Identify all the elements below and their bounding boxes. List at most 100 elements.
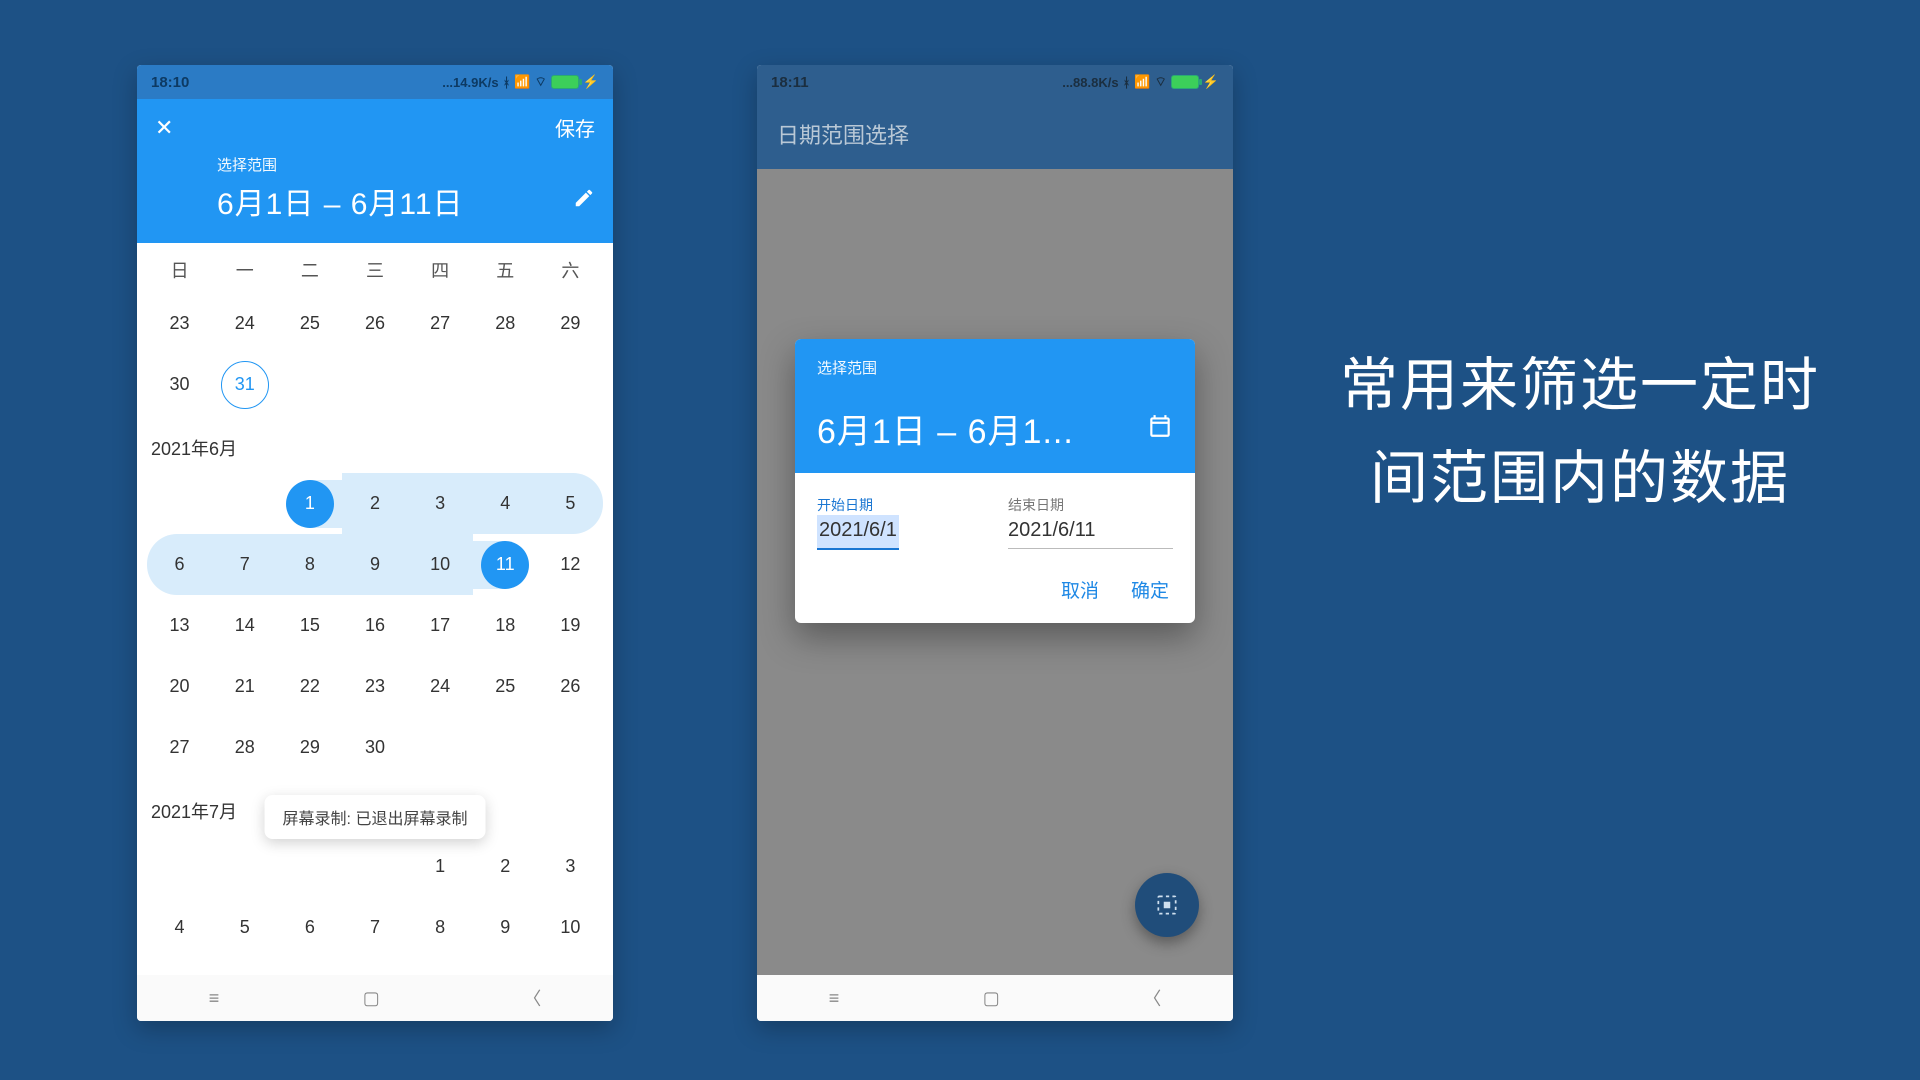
phone-left: 18:10 ...14.9K/s ᚼ 📶 ⌔ ⚡ 保存 选择范围 6月1日 – … xyxy=(137,65,613,1021)
page-title-text: 日期范围选择 xyxy=(777,118,909,150)
phone-right: 18:11 ...88.8K/s ᚼ 📶 ⌔ ⚡ 日期范围选择 选择范围 6月1… xyxy=(757,65,1233,1021)
calendar-day[interactable]: 30 xyxy=(147,354,212,415)
calendar-day[interactable]: 6 xyxy=(147,534,212,595)
calendar-day[interactable]: 8 xyxy=(408,897,473,958)
calendar-day xyxy=(473,354,538,415)
calendar-day[interactable]: 3 xyxy=(408,473,473,534)
nav-recent-icon[interactable]: ≡ xyxy=(209,988,220,1009)
nav-back-icon[interactable]: 〈 xyxy=(523,985,541,1011)
calendar-day xyxy=(408,354,473,415)
calendar-body[interactable]: 日一二三四五六 2324252627282930312021年6月1234567… xyxy=(137,243,613,979)
date-picker-header: 保存 选择范围 6月1日 – 6月11日 xyxy=(137,99,613,243)
status-time: 18:10 xyxy=(151,74,189,91)
select-all-icon xyxy=(1154,892,1180,918)
end-date-value[interactable]: 2021/6/11 xyxy=(1008,515,1173,549)
bluetooth-icon: ᚼ xyxy=(503,75,511,90)
calendar-day[interactable]: 31 xyxy=(212,354,277,415)
calendar-day[interactable]: 7 xyxy=(342,897,407,958)
calendar-day[interactable]: 13 xyxy=(147,595,212,656)
calendar-day[interactable]: 23 xyxy=(342,656,407,717)
calendar-day[interactable]: 10 xyxy=(408,534,473,595)
battery-icon xyxy=(1171,75,1199,89)
edit-icon[interactable] xyxy=(573,187,595,215)
calendar-day[interactable]: 24 xyxy=(408,656,473,717)
calendar-day[interactable]: 15 xyxy=(277,595,342,656)
calendar-day xyxy=(538,354,603,415)
calendar-day xyxy=(342,836,407,897)
calendar-day[interactable]: 22 xyxy=(277,656,342,717)
calendar-day[interactable]: 5 xyxy=(538,473,603,534)
battery-icon xyxy=(551,75,579,89)
calendar-day[interactable]: 6 xyxy=(277,897,342,958)
calendar-day[interactable]: 1 xyxy=(277,473,342,534)
calendar-day xyxy=(147,836,212,897)
status-bar: 18:11 ...88.8K/s ᚼ 📶 ⌔ ⚡ xyxy=(757,65,1233,99)
calendar-day[interactable]: 20 xyxy=(147,656,212,717)
calendar-day[interactable]: 2 xyxy=(342,473,407,534)
calendar-day[interactable]: 3 xyxy=(538,836,603,897)
calendar-day xyxy=(342,354,407,415)
nav-back-icon[interactable]: 〈 xyxy=(1143,985,1161,1011)
calendar-day[interactable]: 28 xyxy=(212,717,277,778)
page-title: 日期范围选择 xyxy=(757,99,1233,169)
calendar-day[interactable]: 26 xyxy=(342,293,407,354)
calendar-day[interactable]: 16 xyxy=(342,595,407,656)
signal-icon: 📶 xyxy=(514,74,530,90)
start-date-value[interactable]: 2021/6/1 xyxy=(817,515,899,550)
calendar-day[interactable]: 23 xyxy=(147,293,212,354)
calendar-day[interactable]: 8 xyxy=(277,534,342,595)
calendar-day[interactable]: 7 xyxy=(212,534,277,595)
calendar-day[interactable]: 9 xyxy=(473,897,538,958)
calendar-day[interactable]: 28 xyxy=(473,293,538,354)
calendar-day[interactable]: 19 xyxy=(538,595,603,656)
calendar-icon[interactable] xyxy=(1147,413,1173,444)
calendar-day[interactable]: 11 xyxy=(473,534,538,595)
calendar-day[interactable]: 30 xyxy=(342,717,407,778)
calendar-day[interactable]: 2 xyxy=(473,836,538,897)
selected-range-text: 6月1日 – 6月11日 xyxy=(217,179,464,223)
dialog-range-text: 6月1日 – 6月1... xyxy=(817,404,1137,453)
calendar-day[interactable]: 17 xyxy=(408,595,473,656)
date-range-dialog: 选择范围 6月1日 – 6月1... 开始日期 2021/6/1 结束日期 xyxy=(795,339,1195,623)
calendar-day[interactable]: 9 xyxy=(342,534,407,595)
calendar-day[interactable]: 12 xyxy=(538,534,603,595)
save-button[interactable]: 保存 xyxy=(555,113,595,142)
calendar-day[interactable]: 10 xyxy=(538,897,603,958)
charging-icon: ⚡ xyxy=(1203,74,1219,90)
close-icon[interactable] xyxy=(155,115,173,141)
calendar-day[interactable]: 29 xyxy=(538,293,603,354)
calendar-day[interactable]: 29 xyxy=(277,717,342,778)
confirm-button[interactable]: 确定 xyxy=(1131,576,1169,603)
weekday-cell: 日 xyxy=(147,257,212,283)
calendar-day[interactable]: 4 xyxy=(473,473,538,534)
calendar-day[interactable]: 26 xyxy=(538,656,603,717)
calendar-day[interactable]: 24 xyxy=(212,293,277,354)
nav-recent-icon[interactable]: ≡ xyxy=(829,988,840,1009)
calendar-day[interactable]: 27 xyxy=(147,717,212,778)
calendar-day[interactable]: 25 xyxy=(473,656,538,717)
weekday-cell: 五 xyxy=(473,257,538,283)
calendar-day xyxy=(408,717,473,778)
end-date-field[interactable]: 结束日期 2021/6/11 xyxy=(1008,495,1173,550)
cancel-button[interactable]: 取消 xyxy=(1061,576,1099,603)
dialog-actions: 取消 确定 xyxy=(795,558,1195,623)
calendar-day[interactable]: 1 xyxy=(408,836,473,897)
status-bar: 18:10 ...14.9K/s ᚼ 📶 ⌔ ⚡ xyxy=(137,65,613,99)
calendar-day[interactable]: 27 xyxy=(408,293,473,354)
calendar-day[interactable]: 5 xyxy=(212,897,277,958)
calendar-day[interactable]: 18 xyxy=(473,595,538,656)
calendar-day xyxy=(277,354,342,415)
weekday-cell: 六 xyxy=(538,257,603,283)
calendar-day xyxy=(277,836,342,897)
nav-home-icon[interactable]: ▢ xyxy=(363,988,380,1009)
calendar-day[interactable]: 14 xyxy=(212,595,277,656)
calendar-day[interactable]: 4 xyxy=(147,897,212,958)
fab-button[interactable] xyxy=(1135,873,1199,937)
calendar-day[interactable]: 21 xyxy=(212,656,277,717)
android-navbar: ≡ ▢ 〈 xyxy=(757,975,1233,1021)
nav-home-icon[interactable]: ▢ xyxy=(983,988,1000,1009)
weekday-cell: 一 xyxy=(212,257,277,283)
calendar-day[interactable]: 25 xyxy=(277,293,342,354)
slide-caption: 常用来筛选一定时间范围内的数据 xyxy=(1320,340,1840,526)
start-date-field[interactable]: 开始日期 2021/6/1 xyxy=(817,495,982,550)
